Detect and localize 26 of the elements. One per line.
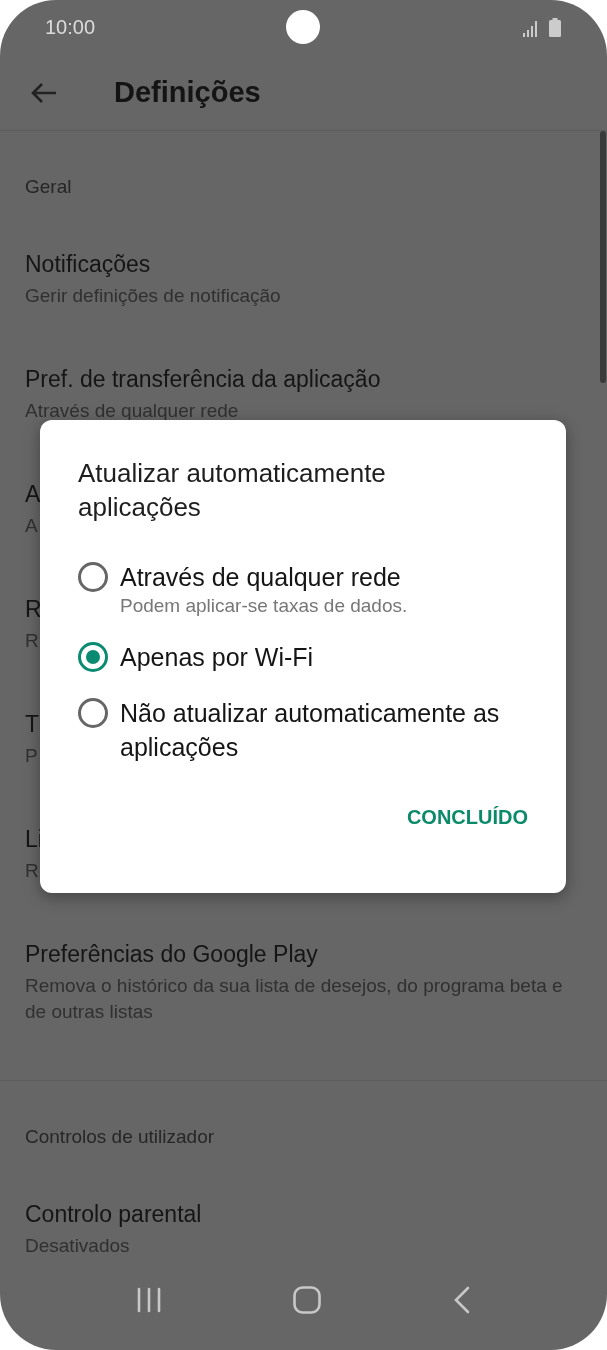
setting-title[interactable]: Notificações — [25, 249, 151, 279]
done-button[interactable]: CONCLUÍDO — [406, 798, 528, 837]
setting-title[interactable]: Preferências do Google Play — [25, 939, 318, 969]
setting-title[interactable]: R — [25, 594, 42, 624]
dialog-title: Atualizar automaticamente aplicações — [78, 457, 387, 524]
camera-icon — [286, 10, 320, 44]
option-description: Podem aplicar-se taxas de dados. — [120, 594, 408, 618]
recent-apps-button[interactable] — [135, 1287, 162, 1313]
setting-title[interactable]: T — [25, 709, 40, 739]
section-header: Controlos de utilizador — [24, 1125, 216, 1149]
battery-icon — [549, 18, 561, 37]
back-nav-button[interactable] — [453, 1286, 472, 1314]
option-label[interactable]: Através de qualquer rede — [120, 560, 408, 594]
section-header: Geral — [24, 175, 73, 199]
radio-button[interactable] — [78, 698, 108, 728]
option-label[interactable]: Não atualizar automaticamente as aplicações — [120, 696, 528, 764]
setting-title[interactable]: A — [25, 479, 41, 509]
radio-button[interactable] — [78, 562, 108, 592]
setting-title[interactable]: Controlo parental — [25, 1199, 202, 1229]
status-time: 10:00 — [45, 16, 96, 39]
option-label[interactable]: Apenas por Wi-Fi — [120, 640, 314, 674]
home-button[interactable] — [293, 1286, 322, 1314]
signal-icon — [523, 21, 539, 37]
page-title: Definições — [114, 76, 261, 109]
setting-title[interactable]: Pref. de transferência da aplicação — [25, 364, 381, 394]
radio-button[interactable] — [78, 642, 108, 672]
